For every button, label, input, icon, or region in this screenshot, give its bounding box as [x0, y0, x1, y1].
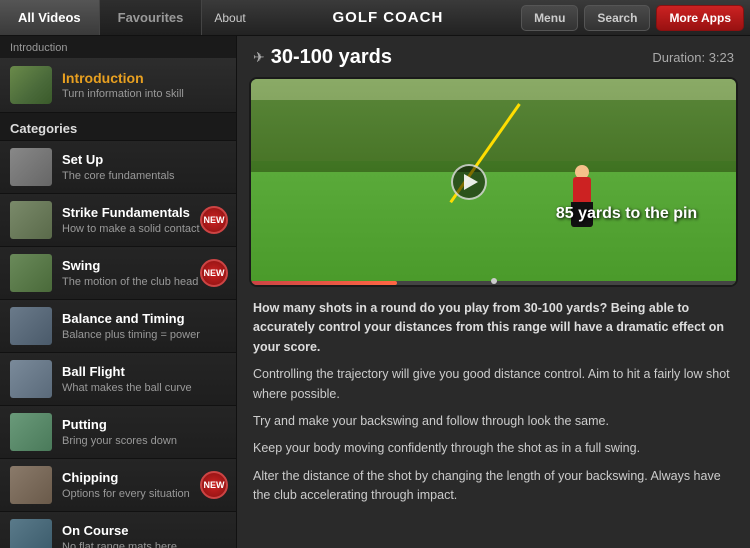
pin-icon: ✈ [253, 49, 265, 66]
tab-all-videos-label: All Videos [18, 10, 81, 25]
video-duration: Duration: 3:23 [652, 50, 734, 65]
intro-thumbnail [10, 66, 52, 104]
cat-thumb-strike [10, 201, 52, 239]
cat-thumb-putting [10, 413, 52, 451]
video-description: How many shots in a round do you play fr… [237, 287, 750, 525]
search-button[interactable]: Search [584, 5, 650, 31]
content-area: ✈ 30-100 yards Duration: 3:23 85 yard [237, 36, 750, 548]
cat-thumb-ballflight [10, 360, 52, 398]
cat-sub-chipping: Options for every situation [62, 488, 190, 500]
intro-text: Introduction Turn information into skill [62, 70, 184, 100]
main-layout: Introduction Introduction Turn informati… [0, 36, 750, 548]
trees-background [251, 100, 736, 172]
cat-title-putting: Putting [62, 417, 177, 433]
new-badge-chipping: NEW [200, 471, 228, 499]
cat-sub-swing: The motion of the club head [62, 276, 198, 288]
new-badge-swing: NEW [200, 259, 228, 287]
sidebar-item-putting[interactable]: Putting Bring your scores down [0, 406, 236, 459]
sidebar-item-introduction[interactable]: Introduction Turn information into skill [0, 58, 236, 113]
cat-sub-oncourse: No flat range mats here [62, 541, 177, 548]
app-title: GOLF COACH [258, 9, 518, 26]
cat-sub-setup: The core fundamentals [62, 170, 175, 182]
cat-title-ballflight: Ball Flight [62, 364, 192, 380]
desc-para-2: Try and make your backswing and follow t… [253, 412, 734, 431]
cat-title-balance: Balance and Timing [62, 311, 200, 327]
categories-list: Set Up The core fundamentals Strike Fund… [0, 141, 236, 548]
play-icon [464, 174, 478, 190]
about-button[interactable]: About [202, 11, 257, 25]
sidebar: Introduction Introduction Turn informati… [0, 36, 237, 548]
intro-section-header: Introduction [0, 36, 236, 58]
cat-title-oncourse: On Course [62, 523, 177, 539]
cat-title-strike: Strike Fundamentals [62, 205, 200, 221]
tab-all-videos[interactable]: All Videos [0, 0, 100, 35]
video-progress-dot [491, 278, 497, 284]
video-player[interactable]: 85 yards to the pin [249, 77, 738, 287]
sidebar-item-oncourse[interactable]: On Course No flat range mats here [0, 512, 236, 548]
distance-overlay: 85 yards to the pin [556, 205, 697, 223]
desc-para-1: Controlling the trajectory will give you… [253, 365, 734, 404]
top-nav: All Videos Favourites About GOLF COACH M… [0, 0, 750, 36]
video-title: 30-100 yards [271, 46, 392, 69]
sidebar-item-chipping[interactable]: Chipping Options for every situation NEW [0, 459, 236, 512]
desc-para-0: How many shots in a round do you play fr… [253, 299, 734, 357]
categories-header: Categories [0, 113, 236, 141]
more-apps-button[interactable]: More Apps [656, 5, 744, 31]
play-button[interactable] [451, 164, 487, 200]
intro-title: Introduction [62, 70, 184, 86]
cat-title-setup: Set Up [62, 152, 175, 168]
video-progress-fill [251, 281, 397, 285]
video-progress-bar[interactable] [251, 281, 736, 285]
intro-sub: Turn information into skill [62, 88, 184, 100]
desc-para-3: Keep your body moving confidently throug… [253, 439, 734, 458]
tab-favourites[interactable]: Favourites [100, 0, 203, 35]
cat-thumb-oncourse [10, 519, 52, 548]
cat-sub-putting: Bring your scores down [62, 435, 177, 447]
sidebar-item-setup[interactable]: Set Up The core fundamentals [0, 141, 236, 194]
cat-title-swing: Swing [62, 258, 198, 274]
cat-sub-balance: Balance plus timing = power [62, 329, 200, 341]
cat-sub-strike: How to make a solid contact [62, 223, 200, 235]
menu-button[interactable]: Menu [521, 5, 578, 31]
tab-favourites-label: Favourites [118, 10, 184, 25]
cat-thumb-setup [10, 148, 52, 186]
cat-thumb-balance [10, 307, 52, 345]
sidebar-item-balance[interactable]: Balance and Timing Balance plus timing =… [0, 300, 236, 353]
video-title-area: ✈ 30-100 yards [253, 46, 392, 69]
sidebar-item-strike[interactable]: Strike Fundamentals How to make a solid … [0, 194, 236, 247]
cat-thumb-swing [10, 254, 52, 292]
cat-thumb-chipping [10, 466, 52, 504]
cat-title-chipping: Chipping [62, 470, 190, 486]
fairway [251, 172, 736, 285]
new-badge-strike: NEW [200, 206, 228, 234]
desc-para-4: Alter the distance of the shot by changi… [253, 467, 734, 506]
cat-sub-ballflight: What makes the ball curve [62, 382, 192, 394]
sidebar-item-ballflight[interactable]: Ball Flight What makes the ball curve [0, 353, 236, 406]
sidebar-item-swing[interactable]: Swing The motion of the club head NEW [0, 247, 236, 300]
video-header: ✈ 30-100 yards Duration: 3:23 [237, 36, 750, 77]
video-scene: 85 yards to the pin [251, 79, 736, 285]
